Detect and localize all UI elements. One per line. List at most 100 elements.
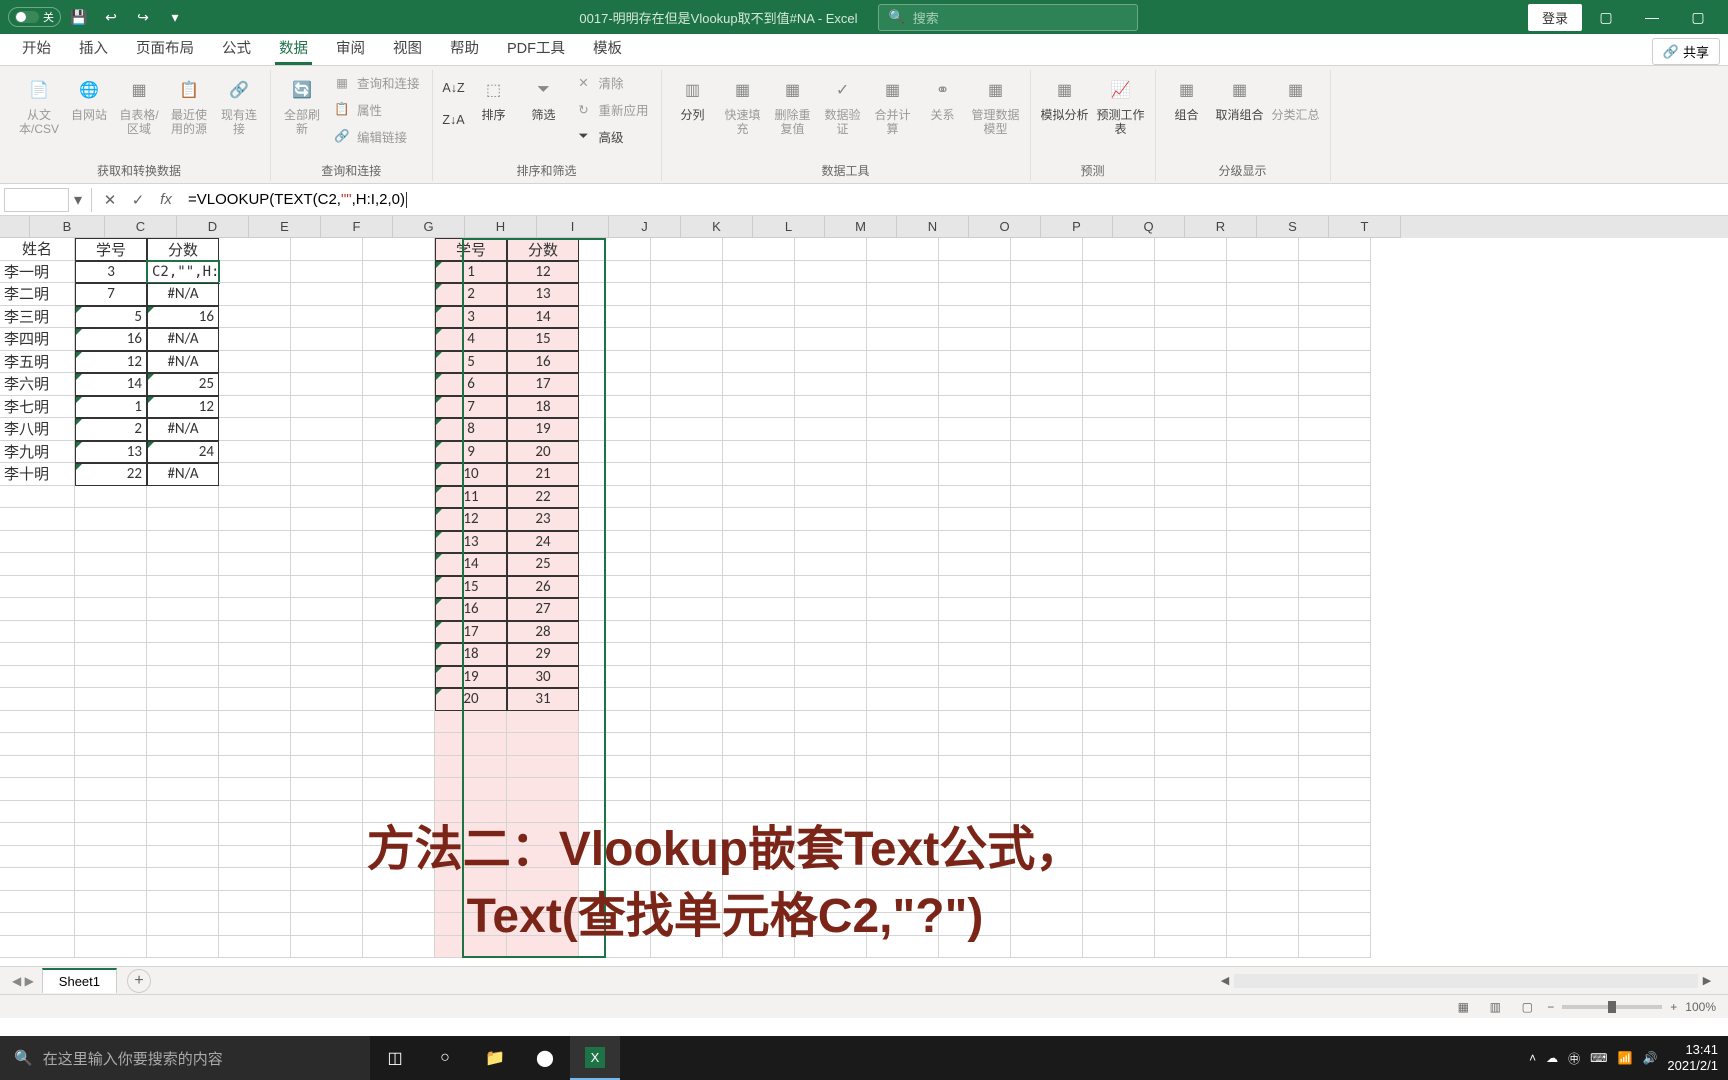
cell[interactable]: [1083, 598, 1155, 621]
cell[interactable]: [1083, 306, 1155, 329]
cell[interactable]: [507, 756, 579, 779]
cell[interactable]: [1083, 463, 1155, 486]
cell[interactable]: [219, 778, 291, 801]
cell[interactable]: [795, 733, 867, 756]
cell[interactable]: [1299, 486, 1371, 509]
cell[interactable]: [795, 418, 867, 441]
cell[interactable]: [939, 666, 1011, 689]
cell[interactable]: [651, 756, 723, 779]
cell[interactable]: [1155, 306, 1227, 329]
cell[interactable]: [435, 711, 507, 734]
cell[interactable]: [1011, 238, 1083, 261]
cell[interactable]: [1299, 328, 1371, 351]
cell[interactable]: [579, 643, 651, 666]
cell[interactable]: [1227, 576, 1299, 599]
cell[interactable]: #N/A: [147, 283, 219, 306]
cell[interactable]: 李七明: [0, 396, 75, 419]
cell[interactable]: [0, 666, 75, 689]
cell[interactable]: 12: [147, 396, 219, 419]
cell[interactable]: 15: [435, 576, 507, 599]
cell[interactable]: [939, 846, 1011, 869]
cell[interactable]: [1227, 463, 1299, 486]
cell[interactable]: [1011, 936, 1083, 959]
cell[interactable]: [1011, 891, 1083, 914]
tray-up-icon[interactable]: ˄: [1529, 1051, 1536, 1065]
cell[interactable]: [651, 711, 723, 734]
cell[interactable]: [1299, 418, 1371, 441]
cell[interactable]: [1011, 508, 1083, 531]
cell[interactable]: [1011, 801, 1083, 824]
cell[interactable]: [651, 463, 723, 486]
obs-icon[interactable]: ⬤: [520, 1036, 570, 1080]
cell[interactable]: [651, 306, 723, 329]
cell[interactable]: [1299, 846, 1371, 869]
cell[interactable]: [723, 756, 795, 779]
queries-button[interactable]: ▦查询和连接: [329, 70, 424, 95]
cell[interactable]: [219, 283, 291, 306]
cell[interactable]: [219, 576, 291, 599]
cell[interactable]: 9: [435, 441, 507, 464]
cell[interactable]: [579, 441, 651, 464]
sort-za-button[interactable]: Z↓A: [441, 108, 467, 132]
cell[interactable]: [291, 396, 363, 419]
cell[interactable]: [291, 846, 363, 869]
cell[interactable]: 16: [75, 328, 147, 351]
whatif-button[interactable]: ▦模拟分析: [1039, 70, 1091, 126]
cell[interactable]: [867, 441, 939, 464]
cell[interactable]: [219, 531, 291, 554]
cell[interactable]: [1011, 418, 1083, 441]
cell[interactable]: [363, 328, 435, 351]
cell[interactable]: [219, 868, 291, 891]
cell[interactable]: [579, 801, 651, 824]
tab-home[interactable]: 开始: [8, 30, 65, 65]
cell[interactable]: [939, 261, 1011, 284]
grid[interactable]: BCDEFGHIJKLMNOPQRST 姓名学号分数学号分数李一明3C2,"",…: [0, 216, 1728, 966]
cell[interactable]: [507, 823, 579, 846]
cell[interactable]: 16: [147, 306, 219, 329]
cell[interactable]: [867, 868, 939, 891]
cell[interactable]: [1227, 823, 1299, 846]
cell[interactable]: [219, 373, 291, 396]
cell[interactable]: [723, 621, 795, 644]
cell[interactable]: [291, 778, 363, 801]
enter-formula-icon[interactable]: ✓: [124, 188, 152, 212]
cell[interactable]: [1011, 598, 1083, 621]
cell[interactable]: [723, 688, 795, 711]
cell[interactable]: [147, 486, 219, 509]
cell[interactable]: [219, 463, 291, 486]
cell[interactable]: [1083, 261, 1155, 284]
cell[interactable]: 2: [435, 283, 507, 306]
cell[interactable]: [1299, 441, 1371, 464]
cell[interactable]: [651, 666, 723, 689]
tab-pdf[interactable]: PDF工具: [493, 30, 579, 65]
cell[interactable]: [795, 778, 867, 801]
cell[interactable]: 李十明: [0, 463, 75, 486]
from-table-button[interactable]: ▦自表格/区域: [116, 70, 162, 141]
cell[interactable]: 25: [507, 553, 579, 576]
cell[interactable]: [1083, 936, 1155, 959]
cell[interactable]: [579, 261, 651, 284]
qat-customize-icon[interactable]: ▾: [161, 3, 189, 31]
cell[interactable]: [219, 688, 291, 711]
cell[interactable]: [75, 508, 147, 531]
cell[interactable]: [1083, 801, 1155, 824]
cell[interactable]: 31: [507, 688, 579, 711]
cell[interactable]: [723, 261, 795, 284]
taskbar-search[interactable]: 🔍 在这里输入你要搜索的内容: [0, 1036, 370, 1080]
cell[interactable]: [363, 463, 435, 486]
refresh-all-button[interactable]: 🔄全部刷新: [279, 70, 325, 141]
cell[interactable]: [579, 936, 651, 959]
cell[interactable]: [1155, 688, 1227, 711]
cell[interactable]: 分数: [507, 238, 579, 261]
cell[interactable]: [1155, 373, 1227, 396]
sort-button[interactable]: ⬚排序: [471, 70, 517, 126]
cell[interactable]: [0, 576, 75, 599]
cell[interactable]: [1011, 486, 1083, 509]
cell[interactable]: [651, 373, 723, 396]
cell[interactable]: [75, 846, 147, 869]
cell[interactable]: [1299, 711, 1371, 734]
cell[interactable]: [867, 598, 939, 621]
cortana-icon[interactable]: ○: [420, 1036, 470, 1080]
cell[interactable]: [0, 756, 75, 779]
cell[interactable]: 李一明: [0, 261, 75, 284]
